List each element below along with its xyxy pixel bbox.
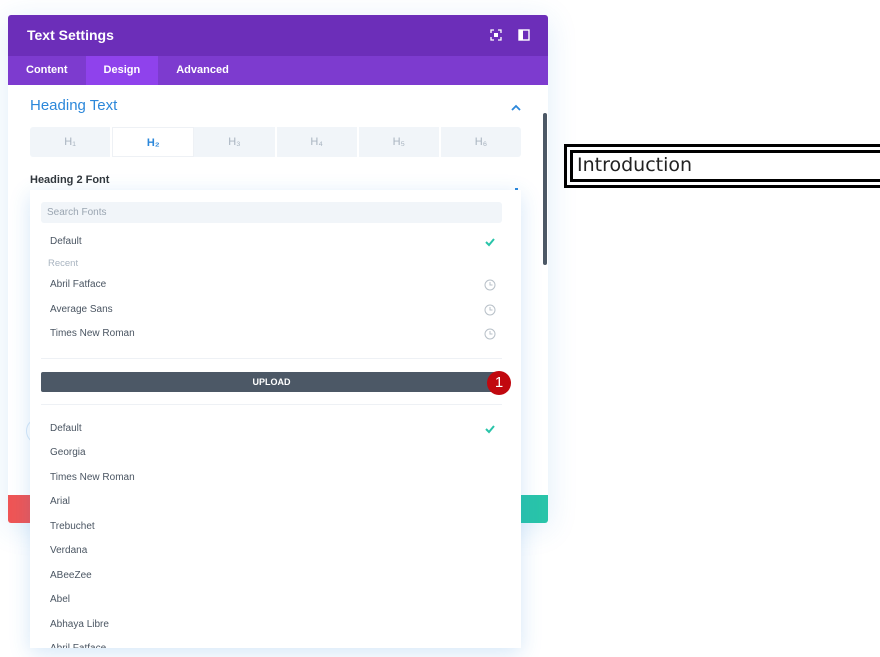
modal-title: Text Settings: [27, 27, 114, 43]
font-option-label: Abhaya Libre: [50, 619, 109, 630]
tab-h4[interactable]: H₄: [277, 127, 359, 157]
clock-icon: [484, 328, 496, 340]
upload-font-button[interactable]: UPLOAD: [41, 372, 502, 392]
recent-font-item[interactable]: Times New Roman: [50, 325, 496, 343]
recent-font-item[interactable]: Average Sans: [50, 301, 496, 319]
screenshot-icon[interactable]: [490, 29, 502, 41]
clock-icon: [484, 279, 496, 291]
font-option-label: Times New Roman: [50, 472, 135, 483]
tab-h1[interactable]: H₁: [30, 127, 113, 157]
recent-label: Recent: [48, 258, 79, 269]
font-option-label: Abril Fatface: [50, 279, 107, 290]
tab-h5[interactable]: H₅: [359, 127, 441, 157]
step-badge: 1: [487, 371, 511, 395]
font-option[interactable]: Default: [50, 420, 496, 438]
tab-advanced[interactable]: Advanced: [158, 56, 247, 85]
divider: [41, 404, 502, 405]
font-option-label: Georgia: [50, 447, 86, 458]
tab-design[interactable]: Design: [85, 56, 159, 85]
font-option-label: Default: [50, 236, 82, 247]
clock-icon: [484, 304, 496, 316]
font-dropdown: Default Recent Abril Fatface Average San…: [30, 190, 521, 648]
font-option[interactable]: Verdana: [50, 542, 496, 560]
save-button[interactable]: [518, 495, 548, 523]
font-option[interactable]: Arial: [50, 493, 496, 511]
font-option-label: Average Sans: [50, 304, 113, 315]
recent-font-item[interactable]: Abril Fatface: [50, 276, 496, 294]
modal-scrollbar[interactable]: [543, 113, 547, 265]
search-fonts-input[interactable]: [41, 202, 502, 223]
font-option-label: ABeeZee: [50, 570, 92, 581]
heading-level-tabs: H₁ H₂ H₃ H₄ H₅ H₆: [30, 127, 521, 157]
preview-heading-text: Introduction: [577, 154, 693, 176]
settings-tabs: Content Design Advanced: [8, 56, 548, 85]
font-option-label: Default: [50, 423, 82, 434]
tab-h3[interactable]: H₃: [194, 127, 277, 157]
modal-header: Text Settings: [8, 15, 548, 56]
tab-content[interactable]: Content: [8, 56, 86, 85]
heading-preview[interactable]: Introduction: [564, 144, 880, 188]
font-option-label: Trebuchet: [50, 521, 95, 532]
preview-inner-border: Introduction: [570, 150, 880, 182]
font-option-label: Arial: [50, 496, 71, 507]
font-option-label: Times New Roman: [50, 328, 135, 339]
font-option-default-top[interactable]: Default: [50, 233, 496, 251]
font-option[interactable]: Abhaya Libre: [50, 616, 496, 634]
font-option[interactable]: Abel: [50, 591, 496, 609]
font-option-label: Verdana: [50, 545, 88, 556]
section-title[interactable]: Heading Text: [30, 97, 117, 114]
tab-h2[interactable]: H₂: [112, 127, 195, 157]
checkmark-icon: [484, 236, 496, 248]
tab-h6[interactable]: H₆: [441, 127, 521, 157]
font-option-label: Abel: [50, 594, 71, 605]
font-option-label: Abril Fatface: [50, 643, 106, 648]
font-option[interactable]: ABeeZee: [50, 567, 496, 585]
sidebar-toggle-icon[interactable]: [518, 29, 530, 41]
font-option[interactable]: Trebuchet: [50, 518, 496, 536]
checkmark-icon: [484, 423, 496, 435]
heading-font-label: Heading 2 Font: [30, 174, 110, 186]
divider: [41, 358, 502, 359]
font-option[interactable]: Abril Fatface: [50, 640, 496, 648]
font-option[interactable]: Georgia: [50, 444, 496, 462]
chevron-up-icon[interactable]: [510, 100, 522, 111]
font-option[interactable]: Times New Roman: [50, 469, 496, 487]
